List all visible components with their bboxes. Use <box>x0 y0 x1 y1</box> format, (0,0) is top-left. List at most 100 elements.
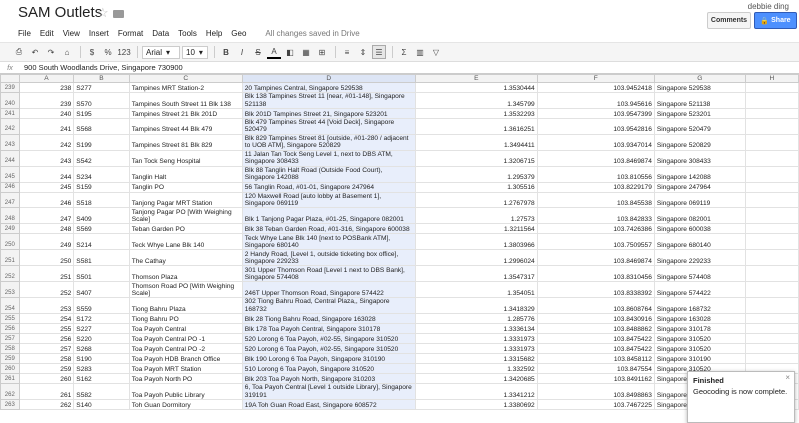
cell-d[interactable]: 20 Tampines Central, Singapore 529538 <box>241 82 416 93</box>
cell-h[interactable] <box>744 281 799 299</box>
doc-title[interactable]: SAM Outlets <box>18 4 102 21</box>
cell-c[interactable]: Tampines MRT Station-2 <box>128 82 243 93</box>
cell-c[interactable]: Teck Whye Lane Blk 140 <box>128 233 243 251</box>
bold-button[interactable]: B <box>219 45 233 59</box>
cell-c[interactable]: Tanglin PO <box>128 181 243 193</box>
row-number[interactable]: 262 <box>0 383 20 401</box>
row-number[interactable]: 246 <box>0 181 20 193</box>
cell-c[interactable]: Tanglin Halt <box>128 165 243 183</box>
cell-a[interactable]: 256 <box>18 333 75 345</box>
menu-data[interactable]: Data <box>152 29 169 38</box>
cell-a[interactable]: 250 <box>18 249 75 267</box>
cell-h[interactable] <box>744 118 799 135</box>
cell-b[interactable]: S559 <box>73 297 130 315</box>
italic-button[interactable]: I <box>235 45 249 59</box>
cell-g[interactable]: Singapore 574408 <box>653 265 746 283</box>
cell-h[interactable] <box>744 323 799 335</box>
cell-e[interactable]: 1.3331973 <box>414 333 538 345</box>
star-icon[interactable]: ☆ <box>97 5 109 21</box>
cell-g[interactable]: Singapore 310190 <box>653 353 746 365</box>
cell-c[interactable]: The Cathay <box>128 249 243 267</box>
cell-b[interactable]: S409 <box>73 207 130 225</box>
cell-a[interactable]: 245 <box>18 181 75 193</box>
cell-a[interactable]: 244 <box>18 165 75 183</box>
cell-a[interactable]: 249 <box>18 233 75 251</box>
row-number[interactable]: 244 <box>0 149 20 167</box>
cell-f[interactable]: 103.8469874 <box>536 149 655 167</box>
cell-f[interactable]: 103.845538 <box>536 191 655 209</box>
more-formats-button[interactable]: 123 <box>117 45 131 59</box>
cell-c[interactable]: Toa Payoh HDB Branch Office <box>128 353 243 365</box>
cell-h[interactable] <box>744 149 799 167</box>
cell-e[interactable]: 1.3336134 <box>414 323 538 335</box>
row-number[interactable]: 247 <box>0 191 20 209</box>
cell-e[interactable]: 1.2996024 <box>414 249 538 267</box>
row-number[interactable]: 253 <box>0 281 20 299</box>
cell-d[interactable]: 56 Tanglin Road, #01-01, Singapore 24796… <box>241 181 416 193</box>
cell-f[interactable]: 103.8458112 <box>536 353 655 365</box>
cell-f[interactable]: 103.8608764 <box>536 297 655 315</box>
cell-e[interactable]: 1.3331973 <box>414 343 538 355</box>
cell-a[interactable]: 252 <box>18 281 75 299</box>
cell-e[interactable]: 1.27573 <box>414 207 538 225</box>
cell-b[interactable]: S407 <box>73 281 130 299</box>
paint-format-icon[interactable]: ⌂ <box>60 45 74 59</box>
print-icon[interactable]: ⎙ <box>12 45 26 59</box>
column-header[interactable]: C <box>128 74 243 83</box>
cell-a[interactable]: 261 <box>18 383 75 401</box>
cell-c[interactable]: Tampines Street 21 Blk 201D <box>128 108 243 119</box>
cell-d[interactable]: Blk 829 Tampines Street 81 [outside, #01… <box>241 133 416 151</box>
cell-b[interactable]: S518 <box>73 191 130 209</box>
row-number[interactable]: 252 <box>0 265 20 283</box>
cell-e[interactable]: 1.3547317 <box>414 265 538 283</box>
cell-e[interactable]: 1.305516 <box>414 181 538 193</box>
cell-a[interactable]: 253 <box>18 297 75 315</box>
cell-h[interactable] <box>744 165 799 183</box>
cell-d[interactable]: Blk 1 Tanjong Pagar Plaza, #01-25, Singa… <box>241 207 416 225</box>
cell-c[interactable]: Toa Payoh North PO <box>128 373 243 385</box>
cell-e[interactable]: 1.3380692 <box>414 399 538 411</box>
cell-e[interactable]: 1.295379 <box>414 165 538 183</box>
cell-f[interactable]: 103.8475422 <box>536 333 655 345</box>
cell-a[interactable]: 262 <box>18 399 75 411</box>
cell-g[interactable]: Singapore 574422 <box>653 281 746 299</box>
cell-d[interactable]: 6, Toa Payoh Central [Level 1 outside Li… <box>241 383 416 401</box>
cell-b[interactable]: S501 <box>73 265 130 283</box>
cell-d[interactable]: Blk 178 Toa Payoh Central, Singapore 310… <box>241 323 416 335</box>
cell-g[interactable]: Singapore 142088 <box>653 165 746 183</box>
cell-h[interactable] <box>744 92 799 109</box>
undo-icon[interactable]: ↶ <box>28 45 42 59</box>
cell-c[interactable]: Tiong Bahru PO <box>128 313 243 325</box>
cell-d[interactable]: 520 Lorong 6 Toa Payoh, #02-55, Singapor… <box>241 343 416 355</box>
select-all-corner[interactable] <box>0 74 20 83</box>
menu-tools[interactable]: Tools <box>178 29 197 38</box>
cell-f[interactable]: 103.8469874 <box>536 249 655 267</box>
cell-g[interactable]: Singapore 310520 <box>653 343 746 355</box>
cell-e[interactable]: 1.3418329 <box>414 297 538 315</box>
cell-h[interactable] <box>744 108 799 119</box>
column-header[interactable]: G <box>653 74 746 83</box>
cell-d[interactable]: 510 Lorong 6 Toa Payoh, Singapore 310520 <box>241 363 416 375</box>
cell-b[interactable]: S199 <box>73 133 130 151</box>
cell-d[interactable]: 246T Upper Thomson Road, Singapore 57442… <box>241 281 416 299</box>
menu-geo[interactable]: Geo <box>231 29 246 38</box>
cell-f[interactable]: 103.7509557 <box>536 233 655 251</box>
comments-button[interactable]: Comments <box>707 12 751 29</box>
menu-file[interactable]: File <box>18 29 31 38</box>
row-number[interactable]: 257 <box>0 333 20 345</box>
cell-a[interactable]: 241 <box>18 118 75 135</box>
menu-insert[interactable]: Insert <box>89 29 109 38</box>
cell-f[interactable]: 103.8491162 <box>536 373 655 385</box>
cell-g[interactable]: Singapore 600038 <box>653 223 746 235</box>
cell-g[interactable]: Singapore 520479 <box>653 118 746 135</box>
cell-c[interactable]: Tanjong Pagar PO [With Weighing Scale] <box>128 207 243 225</box>
cell-d[interactable]: 302 Tiong Bahru Road, Central Plaza,, Si… <box>241 297 416 315</box>
cell-a[interactable]: 255 <box>18 323 75 335</box>
cell-c[interactable]: Tanjong Pagar MRT Station <box>128 191 243 209</box>
row-number[interactable]: 242 <box>0 118 20 135</box>
cell-b[interactable]: S582 <box>73 383 130 401</box>
cell-g[interactable]: Singapore 529538 <box>653 82 746 93</box>
cell-h[interactable] <box>744 82 799 93</box>
menu-edit[interactable]: Edit <box>40 29 54 38</box>
row-number[interactable]: 256 <box>0 323 20 335</box>
